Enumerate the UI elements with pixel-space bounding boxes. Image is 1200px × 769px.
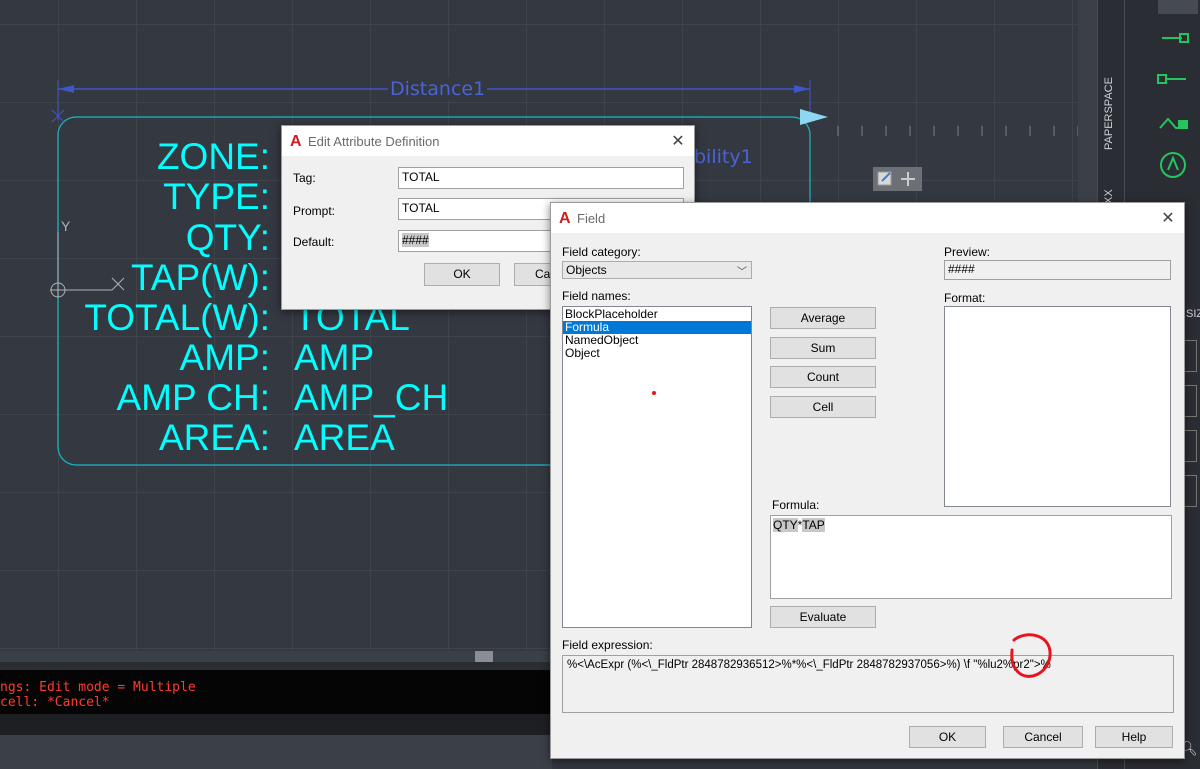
panel-control[interactable]	[1183, 475, 1197, 507]
field-names-list[interactable]: BlockPlaceholder Formula NamedObject Obj…	[562, 306, 752, 628]
field-expression-box[interactable]: %<\AcExpr (%<\_FldPtr 2848782936512>%*%<…	[562, 655, 1174, 713]
command-separator	[0, 662, 552, 670]
format-label: Format:	[944, 291, 986, 305]
field-title: Field	[577, 211, 606, 226]
palette-header	[1158, 0, 1198, 14]
size-label: SIZ	[1186, 308, 1200, 320]
panel-control[interactable]	[1183, 430, 1197, 462]
format-list[interactable]	[944, 306, 1171, 507]
field-category-select[interactable]: Objects ﹀	[562, 261, 752, 279]
annotation-circle	[1010, 633, 1052, 678]
evaluate-button[interactable]: Evaluate	[770, 606, 876, 628]
ok-button[interactable]: OK	[424, 263, 500, 286]
preview-label: Preview:	[944, 245, 991, 259]
attr-value-amp: AMP	[294, 337, 375, 378]
red-dot-marker	[652, 391, 656, 395]
field-titlebar[interactable]: A Field ✕	[551, 203, 1184, 233]
attr-label-type: TYPE:	[163, 176, 270, 217]
field-names-label: Field names:	[562, 289, 631, 303]
field-category-value: Objects	[566, 263, 607, 277]
attr-label-amp-ch: AMP CH:	[116, 377, 270, 418]
chevron-down-icon: ﹀	[737, 267, 747, 278]
tag-field[interactable]: TOTAL	[398, 167, 684, 189]
help-button[interactable]: Help	[1095, 726, 1173, 748]
panel-control[interactable]	[1183, 340, 1197, 372]
panel-control[interactable]	[1183, 385, 1197, 417]
list-item[interactable]: Object	[563, 347, 751, 360]
sum-button[interactable]: Sum	[770, 337, 876, 359]
dimension-label: Distance1	[388, 78, 488, 100]
formula-token-qty: QTY	[773, 518, 798, 532]
ok-button[interactable]: OK	[909, 726, 986, 748]
edit-attribute-titlebar[interactable]: A Edit Attribute Definition ✕	[282, 126, 694, 156]
tab-xx[interactable]: XX	[1103, 184, 1119, 204]
formula-input[interactable]: QTY*TAP	[770, 515, 1172, 599]
command-line-1: ngs: Edit mode = Multiple	[0, 680, 196, 695]
attr-label-total: TOTAL(W):	[84, 297, 270, 338]
tab-paperspace[interactable]: PAPERSPACE	[1103, 60, 1119, 150]
field-dialog: A Field ✕ Field category: Objects ﹀ Fiel…	[550, 202, 1185, 759]
formula-token-tap: TAP	[802, 518, 825, 532]
command-input[interactable]	[0, 714, 552, 735]
average-button[interactable]: Average	[770, 307, 876, 329]
default-label: Default:	[293, 235, 335, 249]
attr-label-amp: AMP:	[179, 337, 270, 378]
scroll-thumb[interactable]	[475, 651, 493, 662]
attr-value-area: AREA	[294, 417, 395, 458]
autocad-logo-icon: A	[559, 210, 571, 227]
count-button[interactable]: Count	[770, 366, 876, 388]
attr-label-area: AREA:	[158, 417, 270, 458]
grip-toolbar[interactable]	[873, 167, 922, 191]
attr-label-qty: QTY:	[185, 217, 270, 258]
attr-label-tap: TAP(W):	[130, 257, 270, 298]
attr-value-amp-ch: AMP_CH	[294, 377, 449, 418]
close-icon[interactable]: ✕	[668, 131, 688, 151]
cell-button[interactable]: Cell	[770, 396, 876, 418]
autocad-logo-icon: A	[290, 133, 302, 150]
command-history: ngs: Edit mode = Multiple cell: *Cancel*	[0, 670, 552, 714]
formula-label: Formula:	[772, 498, 820, 512]
field-category-label: Field category:	[562, 245, 641, 259]
status-bar	[0, 735, 552, 769]
preview-field: ####	[944, 260, 1171, 280]
prompt-label: Prompt:	[293, 204, 336, 218]
default-field-value: ####	[402, 233, 429, 247]
attr-label-zone: ZONE:	[156, 136, 270, 177]
command-line-2: cell: *Cancel*	[0, 695, 110, 710]
tool-icons[interactable]	[1156, 20, 1200, 190]
edit-attribute-title: Edit Attribute Definition	[308, 134, 440, 149]
visibility-label: bility1	[694, 146, 753, 168]
tag-label: Tag:	[293, 171, 316, 185]
close-icon[interactable]: ✕	[1158, 208, 1178, 228]
cancel-button[interactable]: Cancel	[1003, 726, 1083, 748]
field-expression-label: Field expression:	[562, 638, 653, 652]
